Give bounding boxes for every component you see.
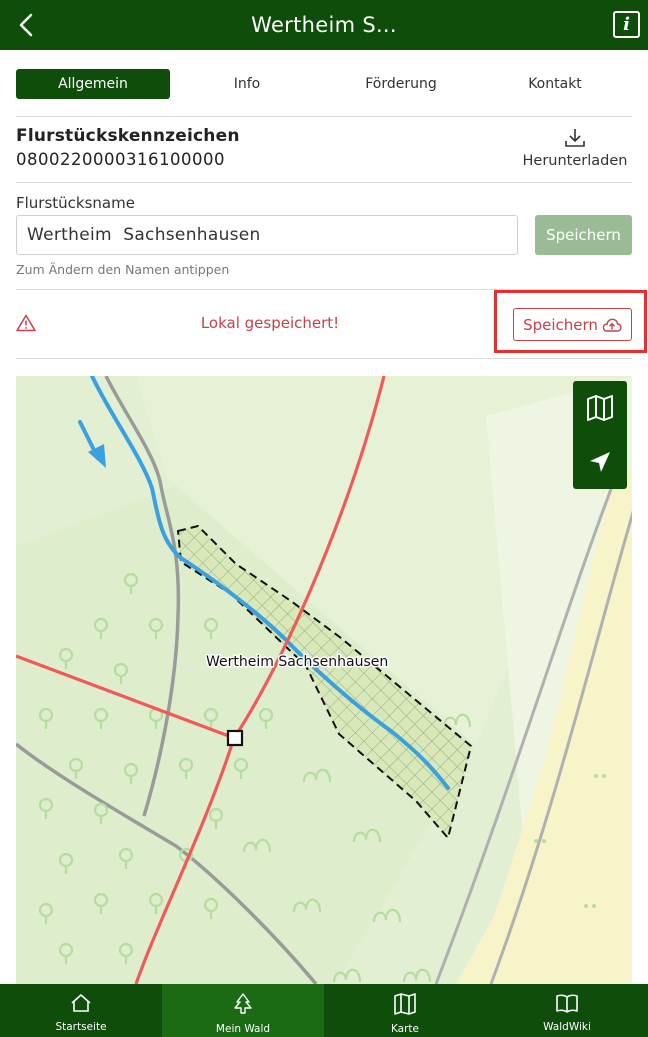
map-parcel-label: Wertheim Sachsenhausen [206, 654, 388, 670]
home-icon [71, 994, 91, 1012]
parcel-name-input[interactable] [16, 215, 518, 255]
parcel-id-value: 0800220000316100000 [16, 150, 225, 169]
map-canvas[interactable]: Wertheim Sachsenhausen [16, 376, 632, 984]
parcel-name-label: Flurstücksname [16, 194, 135, 212]
divider [16, 116, 632, 117]
nav-label: Startseite [55, 1021, 107, 1033]
app-header: Wertheim S... i [0, 0, 648, 50]
nav-startseite[interactable]: Startseite [0, 984, 162, 1037]
divider [16, 358, 632, 359]
download-icon [565, 129, 585, 147]
map-controls [573, 381, 627, 489]
cloud-upload-icon [602, 318, 622, 332]
nav-karte[interactable]: Karte [324, 984, 486, 1037]
tab-kontakt[interactable]: Kontakt [478, 69, 632, 99]
locate-icon [590, 452, 610, 472]
upload-save-button[interactable]: Speichern [513, 308, 632, 341]
tab-bar: Allgemein Info Förderung Kontakt [16, 69, 632, 99]
locate-button[interactable] [573, 435, 627, 489]
status-message: Lokal gespeichert! [200, 314, 340, 332]
map-view[interactable]: Wertheim Sachsenhausen [16, 376, 632, 984]
download-label: Herunterladen [522, 153, 628, 169]
page-title: Wertheim S... [251, 13, 397, 37]
download-button[interactable]: Herunterladen [516, 128, 634, 169]
map-layers-button[interactable] [573, 381, 627, 435]
divider [16, 182, 632, 183]
book-icon [556, 994, 578, 1013]
tree-icon [234, 993, 252, 1014]
bottom-nav: Startseite Mein Wald Karte WaldWiki [0, 984, 648, 1037]
map-icon [394, 993, 416, 1015]
rename-hint: Zum Ändern den Namen antippen [16, 262, 230, 277]
map-layers-icon [587, 395, 613, 421]
tab-foerderung[interactable]: Förderung [324, 69, 478, 99]
tab-info[interactable]: Info [170, 69, 324, 99]
warning-icon [16, 314, 36, 332]
nav-mein-wald[interactable]: Mein Wald [162, 984, 324, 1037]
parcel-id-label: Flurstückskennzeichen [16, 126, 240, 146]
save-name-button[interactable]: Speichern [535, 215, 632, 255]
nav-label: WaldWiki [543, 1021, 591, 1033]
nav-waldwiki[interactable]: WaldWiki [486, 984, 648, 1037]
nav-label: Karte [390, 1023, 420, 1035]
nav-label: Mein Wald [215, 1023, 271, 1035]
info-icon[interactable]: i [613, 11, 640, 38]
upload-save-label: Speichern [523, 315, 598, 334]
tab-allgemein[interactable]: Allgemein [16, 69, 170, 99]
